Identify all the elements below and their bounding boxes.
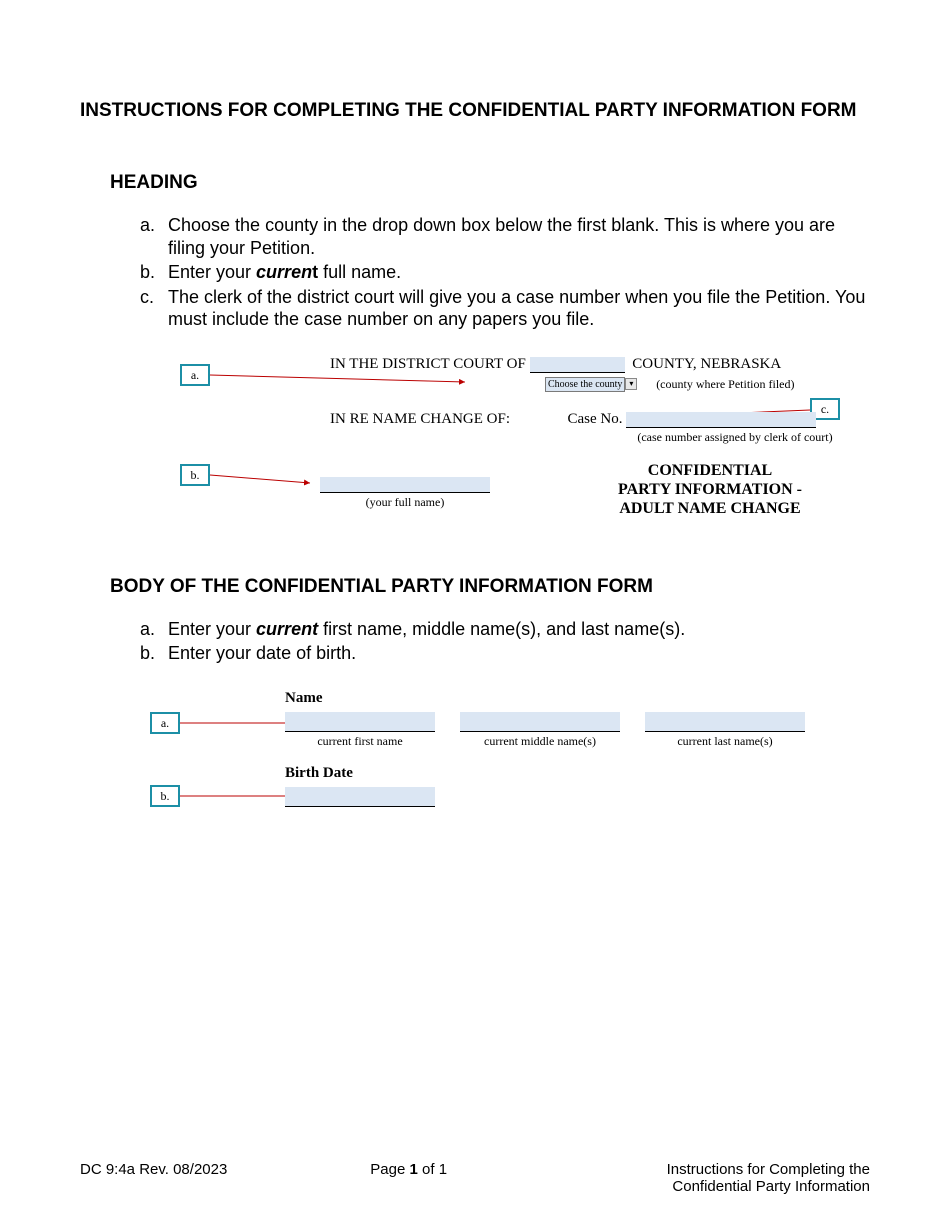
heading-list: a. Choose the county in the drop down bo… [140, 214, 870, 331]
body-label: BODY OF THE CONFIDENTIAL PARTY INFORMATI… [110, 576, 870, 598]
birth-date-blank[interactable] [285, 787, 435, 807]
middle-name-sub: current middle name(s) [460, 734, 620, 749]
callout-a: a. [180, 364, 210, 386]
county-subtext: (county where Petition filed) [656, 377, 794, 391]
in-re-label: IN RE NAME CHANGE OF: [330, 411, 510, 427]
heading-item-b: b. Enter your current full name. [140, 261, 870, 284]
full-name-blank[interactable] [320, 477, 490, 493]
body-item-b: b. Enter your date of birth. [140, 642, 870, 665]
first-name-sub: current first name [285, 734, 435, 749]
county-blank[interactable] [530, 357, 625, 373]
text-prefix: Enter your [168, 619, 256, 639]
list-text: Enter your current full name. [168, 261, 870, 284]
text-prefix: Enter your [168, 262, 256, 282]
chevron-down-icon[interactable]: ▾ [625, 378, 637, 390]
list-marker: a. [140, 618, 168, 641]
full-name-subtext: (your full name) [320, 495, 490, 510]
list-marker: b. [140, 642, 168, 665]
body-item-a: a. Enter your current first name, middle… [140, 618, 870, 641]
page-title: INSTRUCTIONS FOR COMPLETING THE CONFIDEN… [80, 100, 870, 122]
text-suffix: first name, middle name(s), and last nam… [318, 619, 685, 639]
list-text: Choose the county in the drop down box b… [168, 214, 870, 259]
big-title-line2: PARTY INFORMATION - [570, 480, 850, 499]
text-bolditalic: curren [256, 262, 312, 282]
list-text: Enter your current first name, middle na… [168, 618, 870, 641]
callout-body-a: a. [150, 712, 180, 734]
footer-mid-of: of [418, 1161, 439, 1178]
case-no-label: Case No. [568, 411, 623, 427]
text-suffix: full name. [318, 262, 401, 282]
heading-item-a: a. Choose the county in the drop down bo… [140, 214, 870, 259]
list-text: Enter your date of birth. [168, 642, 870, 665]
birth-date-label: Birth Date [285, 765, 435, 782]
callout-body-b: b. [150, 785, 180, 807]
court-text-after: COUNTY, NEBRASKA [632, 356, 781, 372]
list-text: The clerk of the district court will giv… [168, 286, 870, 331]
first-name-blank[interactable] [285, 712, 435, 732]
last-name-sub: current last name(s) [645, 734, 805, 749]
page-footer: DC 9:4a Rev. 08/2023 Page 1 of 1 Instruc… [80, 1161, 870, 1195]
county-dropdown[interactable]: Choose the county [545, 377, 625, 392]
heading-label: HEADING [110, 172, 870, 194]
middle-name-blank[interactable] [460, 712, 620, 732]
text-bolditalic: current [256, 619, 318, 639]
body-list: a. Enter your current first name, middle… [140, 618, 870, 665]
case-no-subtext: (case number assigned by clerk of court) [605, 430, 865, 445]
footer-right: Instructions for Completing the Confiden… [590, 1161, 870, 1195]
list-marker: b. [140, 261, 168, 284]
heading-form-example: a. b. c. IN THE DISTRICT COURT OF COUNTY… [180, 356, 870, 536]
form-big-title: CONFIDENTIAL PARTY INFORMATION - ADULT N… [570, 461, 850, 519]
name-label: Name [285, 690, 805, 707]
case-no-blank[interactable] [626, 412, 816, 428]
court-text-before: IN THE DISTRICT COURT OF [330, 356, 526, 372]
callout-b: b. [180, 464, 210, 486]
footer-mid-total: 1 [439, 1161, 447, 1178]
heading-item-c: c. The clerk of the district court will … [140, 286, 870, 331]
list-marker: a. [140, 214, 168, 259]
big-title-line1: CONFIDENTIAL [570, 461, 850, 480]
footer-mid-page: 1 [409, 1161, 417, 1178]
big-title-line3: ADULT NAME CHANGE [570, 499, 850, 518]
footer-mid: Page 1 of 1 [370, 1161, 447, 1178]
footer-left: DC 9:4a Rev. 08/2023 [80, 1161, 227, 1178]
last-name-blank[interactable] [645, 712, 805, 732]
list-marker: c. [140, 286, 168, 331]
footer-mid-before: Page [370, 1161, 409, 1178]
body-form-example: a. b. Name current first name current mi… [150, 690, 870, 830]
